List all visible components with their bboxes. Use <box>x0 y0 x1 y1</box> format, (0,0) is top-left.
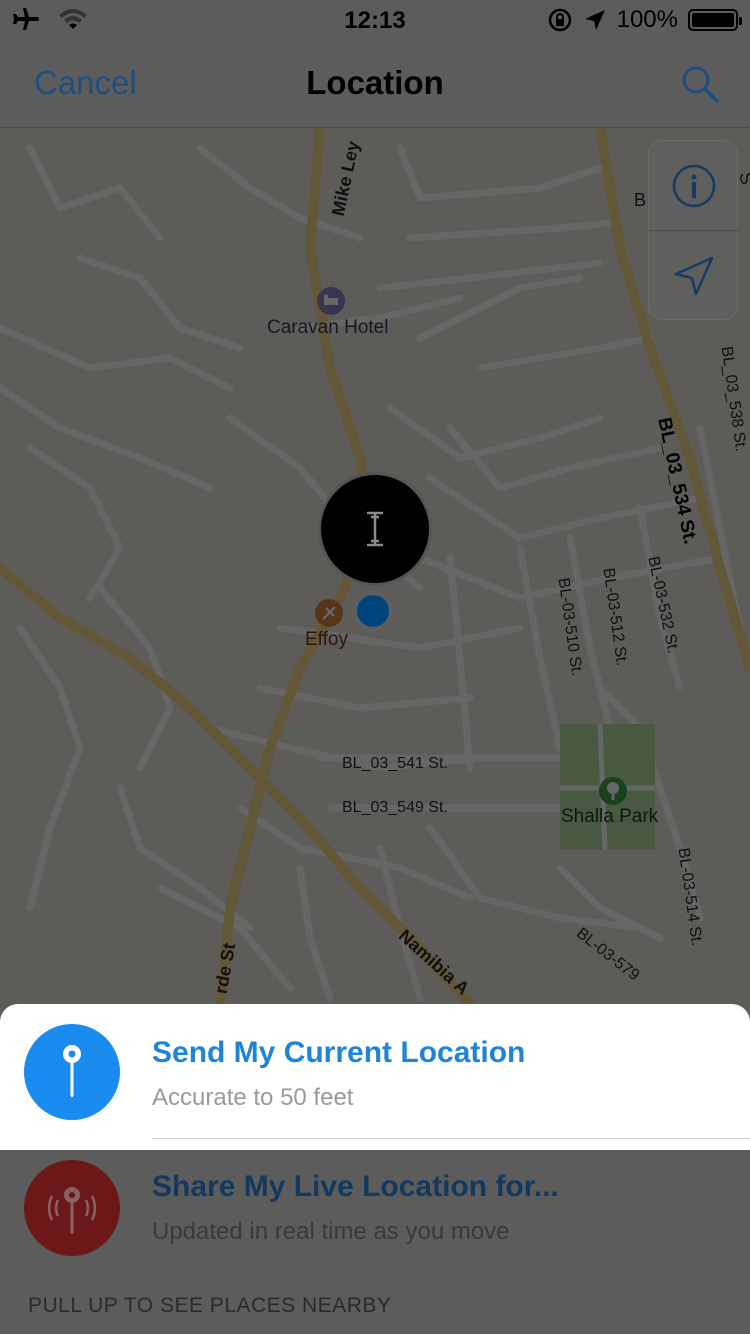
pull-up-hint: PULL UP TO SEE PLACES NEARBY <box>28 1294 392 1317</box>
battery-icon <box>688 9 742 31</box>
share-live-location-subtitle: Updated in real time as you move <box>152 1218 510 1245</box>
share-live-location-row[interactable]: Share My Live Location for... Updated in… <box>0 1150 750 1280</box>
battery-percent: 100% <box>616 6 678 33</box>
status-right: 100% <box>547 6 742 34</box>
poi-park-label[interactable]: Shalla Park <box>561 806 658 828</box>
info-icon <box>672 164 716 207</box>
status-bar: 12:13 100% <box>0 0 750 40</box>
nav-bar: Cancel Location <box>0 40 750 128</box>
street-label: B <box>634 190 647 210</box>
map-pin-marker[interactable] <box>318 472 432 586</box>
poi-effoy-label[interactable]: Effoy <box>305 629 348 651</box>
park-icon[interactable] <box>598 776 628 806</box>
live-location-pin-icon <box>24 1160 120 1256</box>
restaurant-icon[interactable] <box>314 598 344 628</box>
hotel-icon[interactable] <box>316 286 346 316</box>
page-title: Location <box>306 64 444 101</box>
location-arrow-icon <box>584 10 605 30</box>
current-location-pin-icon <box>24 1024 120 1120</box>
user-location-dot <box>352 590 394 632</box>
orientation-lock-icon <box>548 8 571 32</box>
send-current-location-row[interactable]: Send My Current Location Accurate to 50 … <box>0 1004 750 1150</box>
send-current-location-title: Send My Current Location <box>152 1036 526 1069</box>
search-icon[interactable] <box>680 64 720 104</box>
street-label: BL_03_549 St. <box>342 799 448 816</box>
send-current-location-subtitle: Accurate to 50 feet <box>152 1084 354 1111</box>
poi-hotel-label[interactable]: Caravan Hotel <box>267 317 388 339</box>
map-info-button[interactable] <box>649 141 739 231</box>
locate-arrow-icon <box>674 256 714 296</box>
text-cursor-icon <box>367 511 383 547</box>
share-live-location-title: Share My Live Location for... <box>152 1170 559 1203</box>
street-label: BL_03_541 St. <box>342 755 448 772</box>
map-locate-button[interactable] <box>649 231 739 321</box>
row-divider <box>152 1138 750 1139</box>
map-controls <box>648 140 739 321</box>
